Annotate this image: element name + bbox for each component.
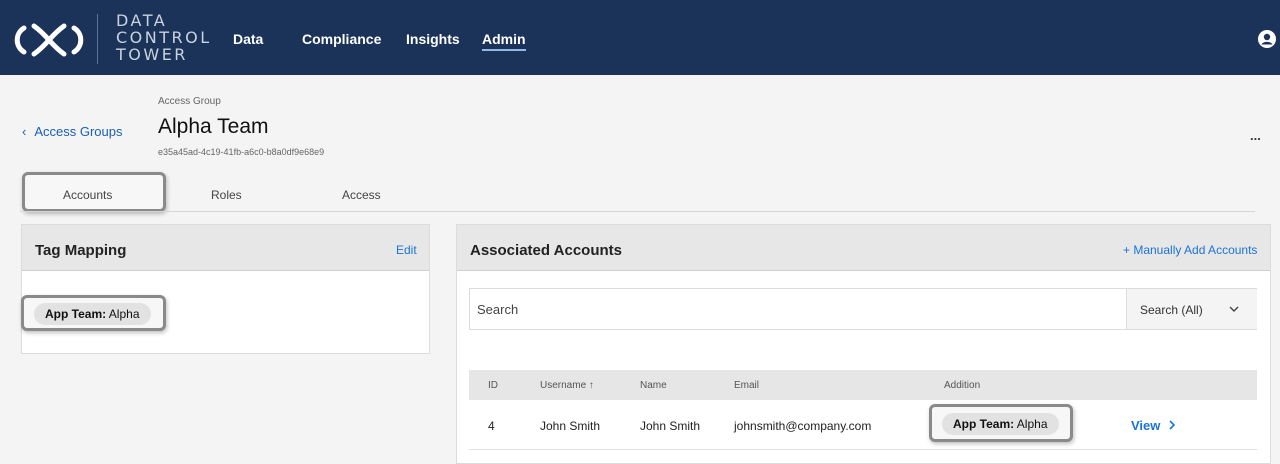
tag-mapping-card: Tag Mapping Edit [21, 224, 430, 354]
column-addition[interactable]: Addition [944, 380, 980, 391]
row-email: johnsmith@company.com [734, 419, 872, 433]
nav-insights[interactable]: Insights [406, 31, 460, 47]
page-title: Alpha Team [158, 115, 269, 138]
column-email[interactable]: Email [734, 380, 759, 391]
chevron-left-icon: ‹ [22, 124, 27, 139]
view-account-button[interactable]: View [1131, 418, 1176, 433]
logo-line: CONTROL [116, 28, 212, 47]
search-input[interactable] [470, 289, 1126, 329]
nav-admin[interactable]: Admin [482, 31, 526, 51]
chevron-right-icon [1169, 420, 1176, 430]
search-scope-label: Search (All) [1140, 303, 1203, 317]
edit-tag-mapping-button[interactable]: Edit [396, 243, 417, 257]
addition-highlight-box: App Team: Alpha [929, 404, 1073, 442]
row-username: John Smith [540, 419, 601, 433]
row-id: 4 [488, 419, 495, 433]
tag-chip: App Team: Alpha [34, 303, 151, 325]
view-label: View [1131, 418, 1161, 433]
accounts-table-header: ID Username ↑ Name Email Addition [469, 370, 1257, 400]
tab-access[interactable]: Access [342, 188, 381, 202]
more-options-button[interactable]: ... [1250, 128, 1261, 143]
back-to-access-groups-link[interactable]: ‹ Access Groups [22, 124, 123, 139]
chevron-down-icon [1229, 306, 1239, 312]
user-account-icon[interactable] [1258, 30, 1276, 48]
addition-chip: App Team: Alpha [942, 413, 1059, 435]
logo-line: DATA [116, 11, 168, 30]
tag-highlight-box: App Team: Alpha [21, 295, 166, 331]
tab-accounts[interactable]: Accounts [63, 188, 112, 202]
associated-accounts-title: Associated Accounts [470, 242, 622, 259]
column-name[interactable]: Name [640, 380, 667, 391]
row-name: John Smith [640, 419, 701, 433]
column-id[interactable]: ID [488, 380, 498, 391]
addition-key: App Team: [953, 417, 1015, 431]
account-search: Search (All) [469, 288, 1257, 330]
tag-mapping-title: Tag Mapping [35, 242, 127, 259]
column-username[interactable]: Username ↑ [540, 380, 594, 391]
nav-compliance[interactable]: Compliance [302, 31, 381, 47]
search-scope-dropdown[interactable]: Search (All) [1126, 289, 1257, 329]
group-id: e35a45ad-4c19-41fb-a6c0-b8a0df9e68e9 [158, 147, 325, 157]
tag-mapping-header: Tag Mapping Edit [22, 225, 429, 271]
table-row: 4 John Smith John Smith johnsmith@compan… [469, 400, 1257, 450]
logo-wordmark: DATA CONTROL TOWER [116, 12, 212, 63]
tag-key: App Team: [45, 307, 107, 321]
back-link-label: Access Groups [34, 124, 123, 139]
top-navigation-bar: DATA CONTROL TOWER Data Compliance Insig… [0, 0, 1280, 75]
tabs-divider [20, 211, 1255, 212]
logo-icon[interactable] [10, 18, 88, 62]
addition-value: Alpha [1014, 417, 1048, 431]
tag-value: Alpha [106, 307, 140, 321]
page-eyebrow: Access Group [158, 96, 221, 107]
logo-line: TOWER [116, 45, 188, 64]
nav-data[interactable]: Data [233, 31, 263, 47]
associated-accounts-header: Associated Accounts + Manually Add Accou… [457, 225, 1270, 271]
logo-divider [97, 14, 98, 64]
manually-add-accounts-button[interactable]: + Manually Add Accounts [1123, 243, 1257, 257]
tab-roles[interactable]: Roles [211, 188, 242, 202]
